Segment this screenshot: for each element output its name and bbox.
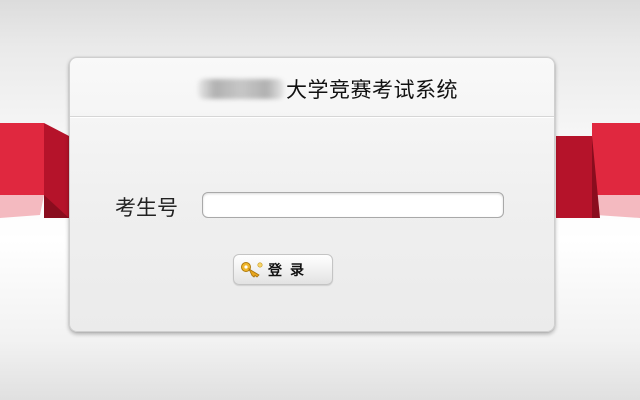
student-id-label: 考生号 [115,196,178,220]
redacted-university-name [198,79,284,99]
login-button-label: 登录 [268,262,312,279]
page-title: 大学竞赛考试系统 [198,76,458,102]
page-title-text: 大学竞赛考试系统 [286,78,458,102]
student-id-input[interactable] [202,192,504,218]
login-card: 大学竞赛考试系统 考生号 登录 [69,57,555,332]
login-button[interactable]: 登录 [233,254,333,285]
key-icon [241,261,263,278]
ribbon-right [556,123,640,218]
card-header: 大学竞赛考试系统 [70,58,554,117]
